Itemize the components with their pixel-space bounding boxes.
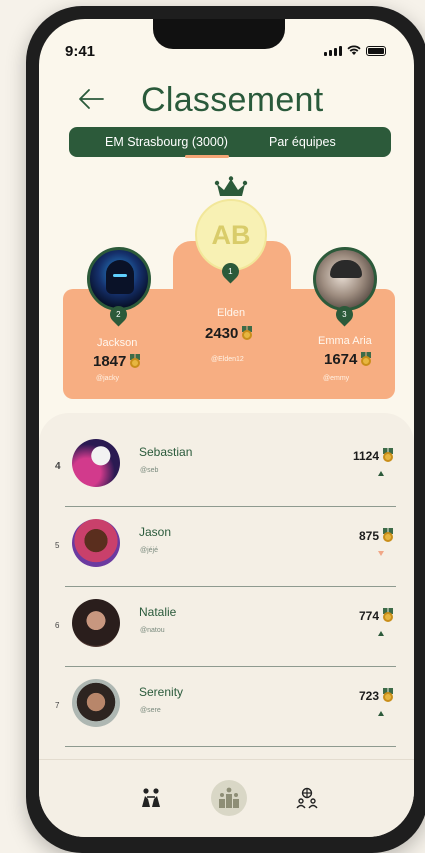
avatar xyxy=(72,439,120,487)
medal-icon xyxy=(382,528,394,543)
status-time: 9:41 xyxy=(65,43,96,60)
medal-icon xyxy=(382,448,394,463)
leaderboard-row[interactable]: 7 Serenity @sere 723 xyxy=(39,667,414,747)
page-title: Classement xyxy=(141,81,324,119)
leaderboard-list: 4 Sebastian @seb 1124 5 Jason @jéjé 875 … xyxy=(39,413,414,773)
row-score: 1124 xyxy=(353,448,394,463)
avatar-third-place[interactable] xyxy=(313,247,377,311)
third-place-score: 1674 xyxy=(324,351,372,368)
notch xyxy=(153,19,285,49)
status-icons xyxy=(324,45,386,56)
leaderboard-row[interactable]: 6 Natalie @natou 774 xyxy=(39,587,414,667)
tab-em-strasbourg[interactable]: EM Strasbourg (3000) xyxy=(105,135,228,149)
battery-icon xyxy=(366,46,386,56)
tab-bar: EM Strasbourg (3000) Par équipes xyxy=(69,127,391,158)
row-handle: @seb xyxy=(140,467,159,474)
row-name: Natalie xyxy=(139,605,177,619)
row-handle: @natou xyxy=(140,627,165,634)
medal-icon xyxy=(382,688,394,703)
avatar-second-place[interactable] xyxy=(87,247,151,311)
back-arrow-icon[interactable] xyxy=(77,87,105,111)
medal-icon xyxy=(360,352,372,367)
avatar xyxy=(72,679,120,727)
leaderboard-row[interactable]: 5 Jason @jéjé 875 xyxy=(39,507,414,587)
avatar xyxy=(72,519,120,567)
row-rank: 4 xyxy=(55,461,61,472)
second-place-name: Jackson xyxy=(97,337,138,349)
app-screen: 9:41 Classement EM Strasbourg (3000) Par… xyxy=(39,19,414,837)
third-place-handle: @emmy xyxy=(323,375,350,382)
second-place-handle: @jacky xyxy=(96,375,120,382)
team-globe-icon xyxy=(296,787,318,809)
nav-ranking[interactable] xyxy=(211,780,247,816)
row-rank: 5 xyxy=(55,541,60,550)
row-rank: 7 xyxy=(55,701,60,710)
trend-up-icon xyxy=(378,631,384,636)
wifi-icon xyxy=(347,45,361,55)
row-score: 723 xyxy=(359,688,394,703)
row-handle: @jéjé xyxy=(140,547,159,554)
third-place-name: Emma Aria xyxy=(318,335,372,347)
nav-activity[interactable] xyxy=(133,780,169,816)
row-handle: @sere xyxy=(140,707,161,714)
row-rank: 6 xyxy=(55,621,60,630)
row-name: Sebastian xyxy=(139,445,193,459)
trend-up-icon xyxy=(378,471,384,476)
medal-icon xyxy=(129,354,141,369)
first-place-name: Elden xyxy=(217,307,246,319)
medal-icon xyxy=(382,608,394,623)
leaderboard-row[interactable]: 4 Sebastian @seb 1124 xyxy=(39,427,414,507)
row-name: Serenity xyxy=(139,685,184,699)
avatar-first-place[interactable]: AB xyxy=(195,199,267,271)
phone-frame: 9:41 Classement EM Strasbourg (3000) Par… xyxy=(26,6,425,853)
bottom-nav xyxy=(39,759,414,837)
first-place-handle: @Elden12 xyxy=(211,356,244,363)
avatar xyxy=(72,599,120,647)
medal-icon xyxy=(241,326,253,341)
signal-icon xyxy=(324,46,342,56)
nav-teams[interactable] xyxy=(289,780,325,816)
tab-par-equipes[interactable]: Par équipes xyxy=(269,135,336,149)
row-score: 875 xyxy=(359,528,394,543)
row-divider xyxy=(65,746,396,747)
row-name: Jason xyxy=(139,525,172,539)
podium-icon xyxy=(219,787,239,808)
row-score: 774 xyxy=(359,608,394,623)
trend-down-icon xyxy=(378,551,384,556)
crown-icon xyxy=(214,176,248,196)
group-activity-icon xyxy=(142,788,160,807)
trend-up-icon xyxy=(378,711,384,716)
second-place-score: 1847 xyxy=(93,353,141,370)
active-tab-indicator xyxy=(185,155,229,158)
first-place-score: 2430 xyxy=(205,325,253,342)
